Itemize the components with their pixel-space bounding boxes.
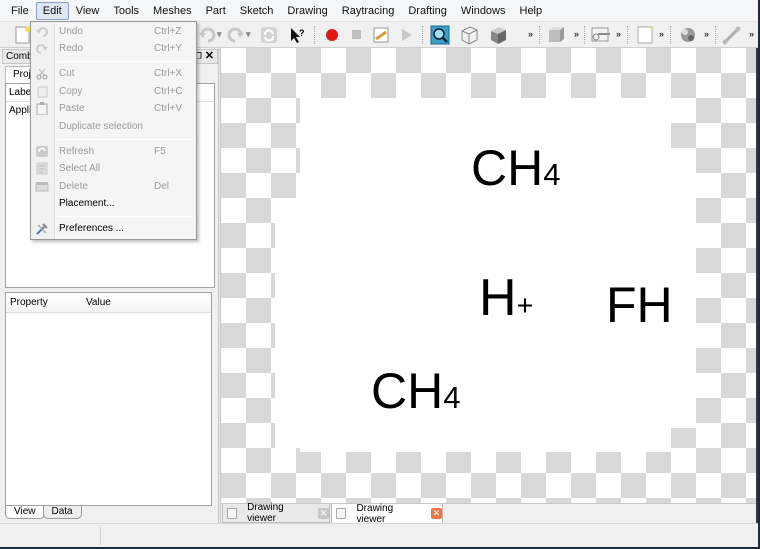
svg-text:?: ? [299,28,305,38]
menu-drawing[interactable]: Drawing [280,2,334,20]
molecule-label: CH4 [371,363,461,419]
shaded-view-icon[interactable] [487,24,509,46]
redo-icon [35,42,49,55]
stop-macro-icon[interactable] [346,24,368,46]
molecule-label: FH [606,277,673,333]
menu-item-redo[interactable]: Redo Ctrl+Y [31,40,196,57]
menu-item-paste[interactable]: Paste Ctrl+V [31,100,196,117]
menu-drafting[interactable]: Drafting [401,2,454,20]
menu-part[interactable]: Part [199,2,233,20]
drawing-canvas[interactable]: CH4 H+ FH CH4 [221,48,756,503]
toolbar-separator [715,26,716,44]
refresh-icon [35,145,49,158]
menu-item-duplicate-selection[interactable]: Duplicate selection [31,118,196,135]
undo-icon [35,25,49,38]
toolbar-separator [422,26,423,44]
toolbar-separator [539,26,540,44]
redo-icon[interactable] [225,24,247,46]
tab-data[interactable]: Data [42,506,82,519]
toolbar-separator [584,26,585,44]
drawing-icon[interactable] [590,24,612,46]
menubar: File Edit View Tools Meshes Part Sketch … [0,0,758,22]
run-macro-icon[interactable] [396,24,418,46]
property-header: Property Value [6,293,211,313]
edit-menu-dropdown: Undo Ctrl+Z Redo Ctrl+Y Cut Ctrl+X Copy … [30,21,197,240]
refresh-icon[interactable] [258,24,280,46]
scissors-icon [35,67,49,80]
drawing-page-edge [671,148,696,428]
tab-drawing-viewer-active[interactable]: Drawing viewer ✕ [331,503,443,525]
toolbar-overflow-icon[interactable]: » [574,29,579,39]
toolbar-overflow-icon[interactable]: » [528,29,533,39]
menu-item-refresh[interactable]: Refresh F5 [31,143,196,160]
menu-edit[interactable]: Edit [35,1,69,20]
clipboard-icon [35,102,49,116]
part-icon[interactable] [545,24,567,46]
menu-item-select-all[interactable]: Select All [31,160,196,177]
molecule-label: CH4 [471,140,561,196]
menu-item-undo[interactable]: Undo Ctrl+Z [31,23,196,40]
menu-item-placement[interactable]: Placement... [31,195,196,212]
application-window: File Edit View Tools Meshes Part Sketch … [0,0,758,547]
menu-separator [58,139,194,140]
toolbar-overflow-icon[interactable]: » [704,29,709,39]
toolbar-separator [627,26,628,44]
status-bar [0,523,758,547]
tool-icon[interactable] [721,24,743,46]
menu-item-copy[interactable]: Copy Ctrl+C [31,83,196,100]
status-divider [100,527,101,545]
menu-view[interactable]: View [69,2,107,20]
menu-help[interactable]: Help [513,2,550,20]
copy-icon [35,85,49,98]
close-tab-icon[interactable]: ✕ [318,507,330,519]
redo-dropdown-icon[interactable]: ▾ [246,29,251,40]
property-column-header[interactable]: Property [6,293,86,312]
menu-file[interactable]: File [4,2,36,20]
menu-separator [58,216,194,217]
menu-item-preferences[interactable]: Preferences ... [31,220,196,237]
zoom-fit-icon[interactable] [429,24,451,46]
menu-tools[interactable]: Tools [106,2,146,20]
tab-drawing-viewer[interactable]: Drawing viewer ✕ [222,502,330,524]
record-macro-icon[interactable] [321,24,343,46]
toolbar-separator [670,26,671,44]
menu-raytracing[interactable]: Raytracing [335,2,402,20]
document-icon [227,507,238,519]
menu-sketch[interactable]: Sketch [233,2,281,20]
whats-this-icon[interactable]: ? [286,24,308,46]
raytracing-icon[interactable] [677,24,699,46]
toolbar-overflow-icon[interactable]: » [616,29,621,39]
edit-macro-icon[interactable] [370,24,392,46]
molecule-label: H+ [479,269,534,327]
toolbar-separator [314,26,315,44]
close-icon[interactable]: ✕ [205,50,214,63]
menu-item-cut[interactable]: Cut Ctrl+X [31,65,196,82]
preferences-icon [35,222,49,235]
property-view: Property Value [5,292,212,506]
undo-dropdown-icon[interactable]: ▾ [217,29,222,40]
delete-icon [35,180,49,193]
select-all-icon [35,162,49,175]
value-column-header[interactable]: Value [86,293,111,312]
menu-meshes[interactable]: Meshes [146,2,199,20]
document-icon [336,508,347,519]
close-tab-icon[interactable]: ✕ [430,508,442,519]
toolbar-overflow-icon[interactable]: » [659,29,664,39]
page-icon[interactable] [634,24,656,46]
document-tabs: Drawing viewer ✕ Drawing viewer ✕ [221,502,756,525]
undo-icon[interactable] [196,24,218,46]
toolbar-overflow-icon[interactable]: » [749,29,754,39]
drawing-page-edge [275,198,300,448]
menu-item-delete[interactable]: Delete Del [31,178,196,195]
menu-windows[interactable]: Windows [454,2,513,20]
property-tabs: View Data [5,506,82,520]
menu-separator [58,61,194,62]
tab-view[interactable]: View [5,506,45,519]
wireframe-view-icon[interactable] [458,24,480,46]
